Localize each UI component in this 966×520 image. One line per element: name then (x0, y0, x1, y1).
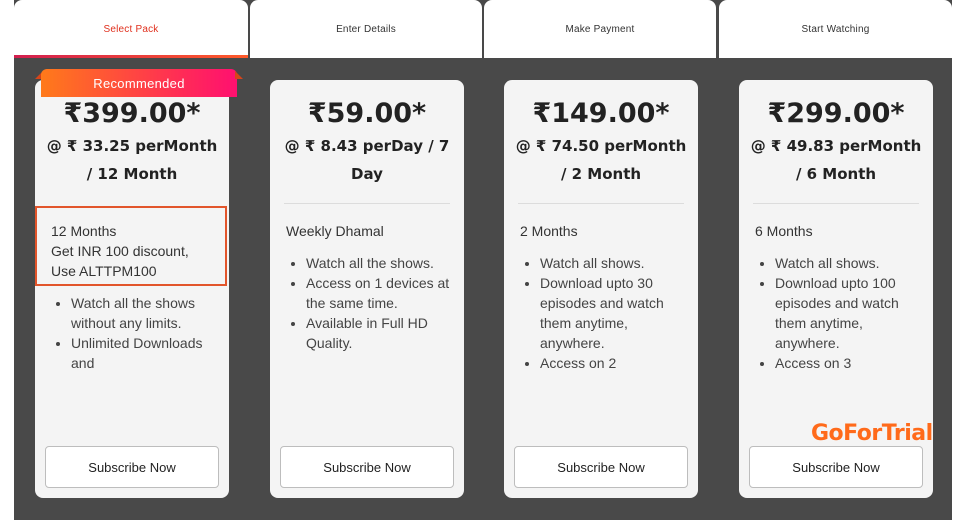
feature-item: Access on 2 (540, 353, 688, 373)
step-make-payment[interactable]: Make Payment (484, 0, 716, 58)
plan-rate: @ ₹ 8.43 perDay / 7 Day (278, 132, 456, 188)
plan-rate: @ ₹ 33.25 perMonth / 12 Month (43, 132, 221, 188)
feature-item: Access on 3 (775, 353, 923, 373)
recommended-badge: Recommended (41, 69, 237, 97)
step-start-watching[interactable]: Start Watching (719, 0, 952, 58)
plan-features: Watch all shows. Download upto 30 episod… (514, 253, 688, 373)
step-label: Select Pack (103, 23, 159, 35)
step-label: Enter Details (336, 23, 396, 35)
feature-item: Watch all shows. (540, 253, 688, 273)
recommended-ribbon: Recommended (35, 69, 243, 97)
checkout-steps: Select Pack Enter Details Make Payment S… (14, 0, 952, 60)
promo-code: Use ALTTPM100 (51, 263, 157, 279)
active-step-underline (14, 55, 248, 58)
feature-item: Access on 1 devices at the same time. (306, 273, 454, 313)
subscribe-button[interactable]: Subscribe Now (280, 446, 454, 488)
watermark-logo: GoForTrial (811, 421, 933, 446)
plan-rate: @ ₹ 49.83 perMonth / 6 Month (747, 132, 925, 188)
card-divider (518, 203, 684, 204)
plan-rate-line1: @ ₹ 49.83 perMonth (750, 137, 922, 155)
plan-card-2-month[interactable]: ₹149.00* @ ₹ 74.50 perMonth / 2 Month 2 … (504, 80, 698, 498)
plan-duration: 12 Months (51, 223, 117, 239)
plan-price: ₹299.00* (767, 98, 905, 129)
plan-rate-line2: Day (351, 165, 383, 183)
plan-duration: 2 Months (520, 223, 578, 239)
plan-rate-line1: @ ₹ 74.50 perMonth (515, 137, 687, 155)
plan-duration: 6 Months (755, 223, 813, 239)
plan-rate-line2: / 2 Month (560, 165, 642, 183)
plan-selection-panel: Select Pack Enter Details Make Payment S… (14, 0, 952, 520)
plan-rate: @ ₹ 74.50 perMonth / 2 Month (512, 132, 690, 188)
feature-item: Watch all the shows without any limits. (71, 293, 219, 333)
plan-rate-line2: / 12 Month (86, 165, 178, 183)
feature-item: Download upto 100 episodes and watch the… (775, 273, 923, 353)
plan-duration: Weekly Dhamal (286, 223, 384, 239)
card-divider (753, 203, 919, 204)
plan-rate-line2: / 6 Month (795, 165, 877, 183)
plan-card-12-month[interactable]: ₹399.00* @ ₹ 33.25 perMonth / 12 Month 1… (35, 80, 229, 498)
feature-item: Unlimited Downloads and (71, 333, 219, 373)
plan-features: Watch all the shows. Access on 1 devices… (280, 253, 454, 353)
step-enter-details[interactable]: Enter Details (250, 0, 482, 58)
plan-rate-line1: @ ₹ 33.25 perMonth (46, 137, 218, 155)
step-label: Make Payment (565, 23, 635, 35)
plan-rate-line1: @ ₹ 8.43 perDay / 7 (284, 137, 450, 155)
ribbon-fold-right (235, 71, 243, 79)
card-divider (284, 203, 450, 204)
feature-item: Watch all shows. (775, 253, 923, 273)
feature-item: Available in Full HD Quality. (306, 313, 454, 353)
step-label: Start Watching (801, 23, 870, 35)
plan-features: Watch all shows. Download upto 100 episo… (749, 253, 923, 373)
subscribe-button[interactable]: Subscribe Now (45, 446, 219, 488)
promo-text: Get INR 100 discount, (51, 243, 189, 259)
plan-card-7-day[interactable]: ₹59.00* @ ₹ 8.43 perDay / 7 Day Weekly D… (270, 80, 464, 498)
plan-price: ₹59.00* (307, 98, 427, 129)
feature-item: Watch all the shows. (306, 253, 454, 273)
feature-item: Download upto 30 episodes and watch them… (540, 273, 688, 353)
subscribe-button[interactable]: Subscribe Now (514, 446, 688, 488)
plan-price: ₹149.00* (532, 98, 670, 129)
plan-features: Watch all the shows without any limits. … (45, 293, 219, 373)
subscribe-button[interactable]: Subscribe Now (749, 446, 923, 488)
step-select-pack[interactable]: Select Pack (14, 0, 248, 58)
plan-description: 12 Months Get INR 100 discount, Use ALTT… (51, 221, 219, 281)
plan-price: ₹399.00* (63, 98, 201, 129)
